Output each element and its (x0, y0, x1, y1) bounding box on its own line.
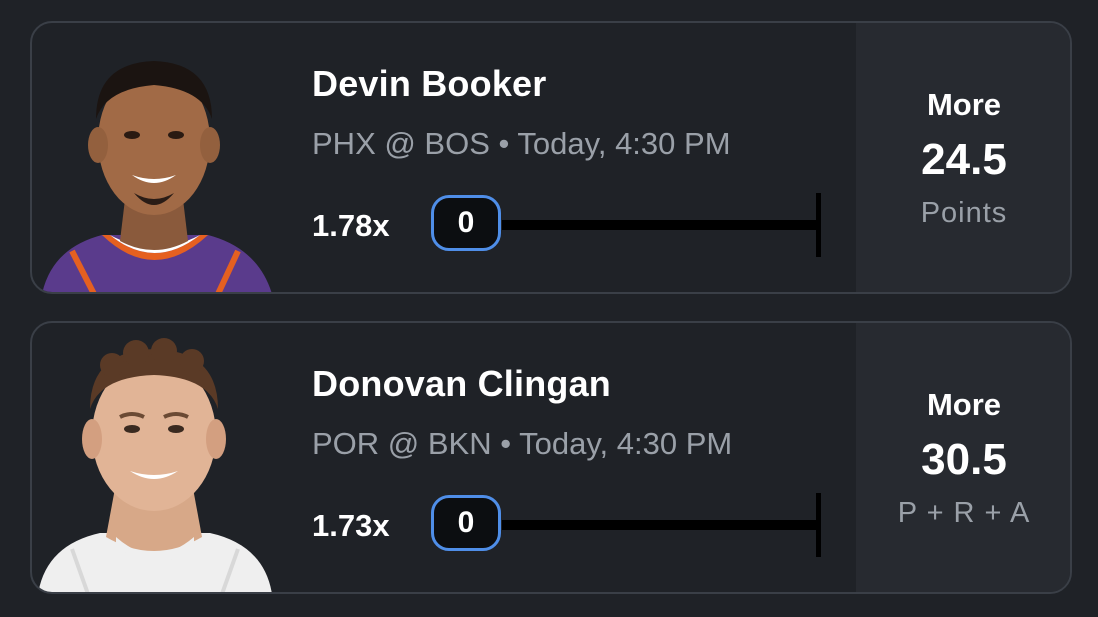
player-name: Devin Booker (312, 63, 547, 104)
payout-multiplier: 1.78x (312, 208, 390, 243)
progress-value-pill: 0 (431, 495, 501, 551)
player-name: Donovan Clingan (312, 363, 611, 404)
progress-track (502, 520, 820, 530)
game-matchup: POR @ BKN • Today, 4:30 PM (312, 426, 733, 461)
player-card[interactable]: Devin Booker PHX @ BOS • Today, 4:30 PM … (30, 21, 1072, 294)
player-headshot (32, 23, 276, 292)
projection-button[interactable]: More 30.5 P + R + A (856, 323, 1070, 592)
projection-line: 24.5 (921, 135, 1007, 184)
progress-value-pill: 0 (431, 195, 501, 251)
game-matchup: PHX @ BOS • Today, 4:30 PM (312, 126, 731, 161)
pick-list: Devin Booker PHX @ BOS • Today, 4:30 PM … (0, 0, 1098, 617)
projection-direction: More (926, 87, 1002, 122)
progress-track-end (816, 193, 821, 257)
projection-button[interactable]: More 24.5 Points (856, 23, 1070, 292)
player-card[interactable]: Donovan Clingan POR @ BKN • Today, 4:30 … (30, 321, 1072, 594)
progress-track (502, 220, 820, 230)
payout-multiplier: 1.73x (312, 508, 390, 543)
player-headshot (32, 323, 276, 592)
projection-stat-type: Points (920, 197, 1008, 229)
progress-track-end (816, 493, 821, 557)
projection-stat-type: P + R + A (897, 497, 1031, 529)
projection-line: 30.5 (921, 435, 1007, 484)
projection-direction: More (926, 387, 1002, 422)
